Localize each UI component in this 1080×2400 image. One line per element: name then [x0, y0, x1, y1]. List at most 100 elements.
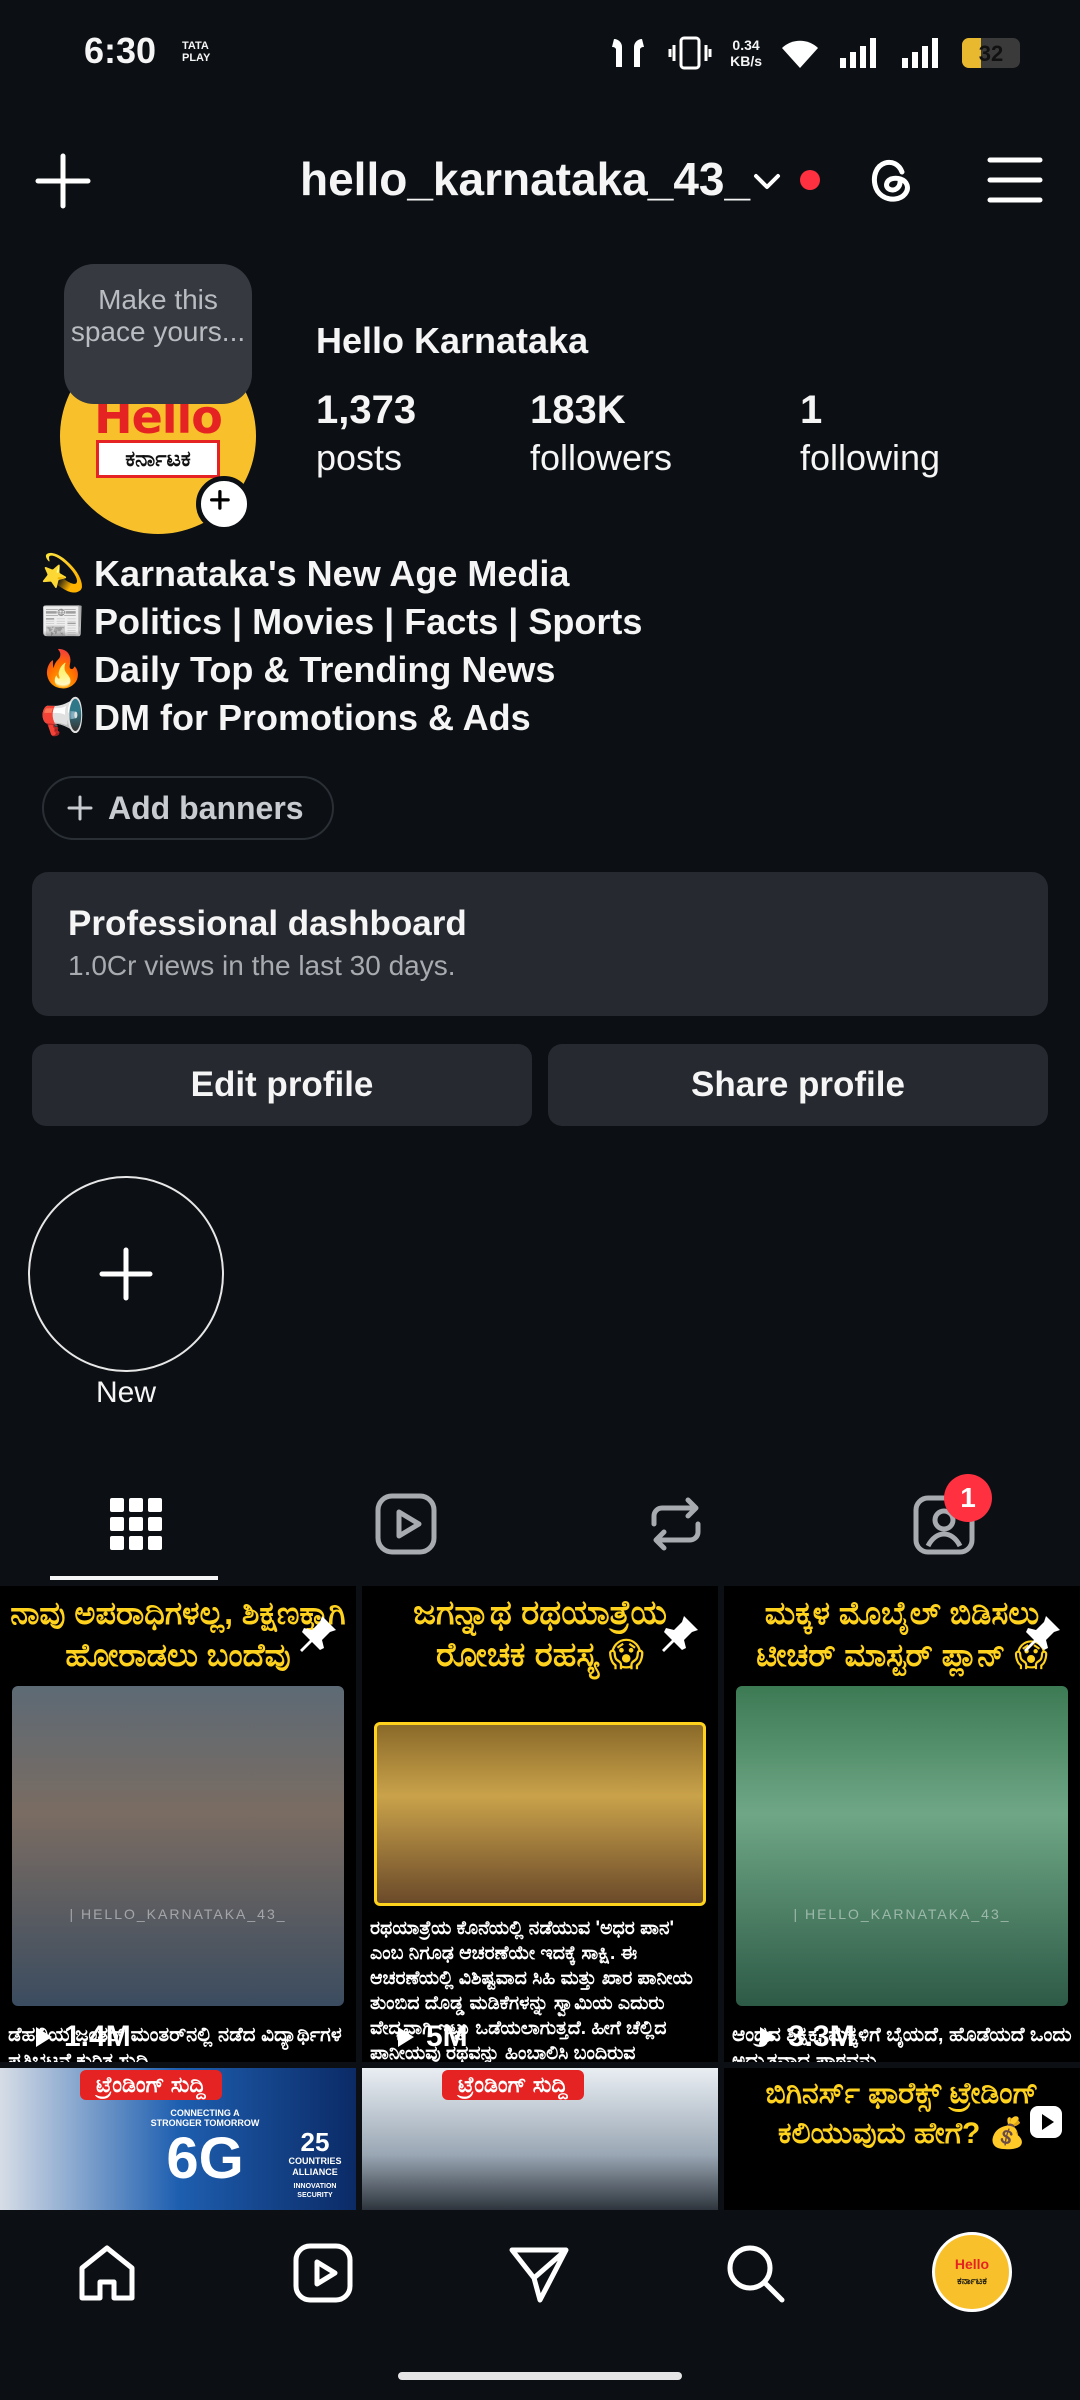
- banner-6g-sub: CONNECTING A STRONGER TOMORROW: [150, 2108, 260, 2128]
- post-thumbnail: | HELLO_KARNATAKA_43_: [12, 1686, 344, 2006]
- net-speed: 0.34 KB/s: [730, 37, 762, 69]
- stat-following-value: 1: [800, 388, 823, 432]
- pin-icon: [300, 1616, 336, 1652]
- vibrate-icon: [668, 36, 712, 70]
- post-view-count: 5M: [426, 2020, 468, 2053]
- trending-tag: ಟ್ರೆಂಡಿಂಗ್ ಸುದ್ದಿ: [80, 2070, 222, 2100]
- direct-messages-icon[interactable]: [506, 2240, 572, 2306]
- note-bubble[interactable]: Make this space yours...: [64, 264, 252, 404]
- alliance-label: COUNTRIES ALLIANCE: [288, 2156, 342, 2177]
- bio-emoji: 💫: [40, 553, 85, 594]
- post-thumbnail: | HELLO_KARNATAKA_43_: [736, 1686, 1068, 2006]
- status-icons: 0.34 KB/s 32: [606, 28, 1020, 78]
- reel-icon: [1030, 2106, 1062, 2138]
- plus-icon: [67, 795, 93, 821]
- stat-followers[interactable]: 183K followers: [530, 386, 672, 482]
- banner-6g-text: 6G: [166, 2126, 244, 2191]
- banner-6g: CONNECTING A STRONGER TOMORROW 6G: [150, 2108, 260, 2212]
- play-icon: [36, 2027, 52, 2047]
- plus-icon: [99, 1247, 153, 1301]
- grid-post[interactable]: ಮಕ್ಕಳ ಮೊಬೈಲ್ ಬಿಡಿಸಲು ಟೀಚರ್ ಮಾಸ್ಟರ್ ಪ್ಲಾನ…: [724, 1586, 1080, 2062]
- battery-level: 32: [978, 41, 1004, 66]
- status-time: 6:30: [84, 30, 157, 71]
- grid-post[interactable]: ನಾವು ಅಪರಾಧಿಗಳಲ್ಲ, ಶಿಕ್ಷಣಕ್ಕಾಗಿ ಹೋರಾಡಲು ಬ…: [0, 1586, 356, 2062]
- home-indicator: [398, 2372, 682, 2380]
- profile-tab-avatar[interactable]: Hello ಕರ್ನಾಟಕ: [932, 2232, 1012, 2312]
- bio-text: Karnataka's New Age Media: [94, 553, 570, 594]
- search-icon[interactable]: [722, 2240, 788, 2306]
- post-watermark: | HELLO_KARNATAKA_43_: [793, 1906, 1011, 1922]
- avatar-logo-karnataka: ಕರ್ನಾಟಕ: [96, 440, 220, 478]
- bio-line: 📰 Politics | Movies | Facts | Sports: [40, 598, 1040, 646]
- active-tab-indicator: [50, 1576, 218, 1580]
- tab-grid-icon[interactable]: [96, 1484, 176, 1564]
- grid-post[interactable]: ಟ್ರೆಂಡಿಂಗ್ ಸುದ್ದಿ CONNECTING A STRONGER …: [0, 2068, 356, 2212]
- post-views: 5M: [392, 2020, 468, 2054]
- post-views: 1.4M: [30, 2020, 131, 2054]
- stat-posts-value: 1,373: [316, 388, 417, 432]
- post-thumbnail: [374, 1722, 706, 1906]
- bio-line: 📢 DM for Promotions & Ads: [40, 694, 1040, 742]
- professional-dashboard[interactable]: Professional dashboard 1.0Cr views in th…: [32, 872, 1048, 1016]
- grid-post[interactable]: ಬಿಗಿನರ್ಸ್ ಫಾರೆಕ್ಸ್ ಟ್ರೇಡಿಂಗ್ ಕಲಿಯುವುದು ಹ…: [724, 2068, 1080, 2212]
- stat-followers-value: 183K: [530, 388, 626, 432]
- stat-followers-label: followers: [530, 437, 673, 478]
- share-profile-button[interactable]: Share profile: [548, 1044, 1048, 1126]
- add-story-plus-icon[interactable]: [196, 476, 252, 532]
- post-view-count: 1.4M: [64, 2020, 131, 2053]
- tagged-badge: 1: [944, 1474, 992, 1522]
- net-speed-unit: KB/s: [730, 53, 762, 69]
- account-switcher-username[interactable]: hello_karnataka_43_: [300, 152, 750, 206]
- edit-profile-button[interactable]: Edit profile: [32, 1044, 532, 1126]
- menu-icon[interactable]: [984, 152, 1046, 208]
- alliance-sub: INNOVATION SECURITY: [293, 2183, 337, 2199]
- signal-icon-1: [840, 38, 876, 68]
- play-icon: [760, 2027, 776, 2047]
- posts-grid: ನಾವು ಅಪರಾಧಿಗಳಲ್ಲ, ಶಿಕ್ಷಣಕ್ಕಾಗಿ ಹೋರಾಡಲು ಬ…: [0, 1586, 1080, 2212]
- nav-avatar-logo-hello: Hello: [954, 2256, 990, 2272]
- new-highlight-label: New: [95, 1376, 156, 1409]
- net-speed-value: 0.34: [732, 37, 760, 53]
- tab-reels-icon[interactable]: [366, 1484, 446, 1564]
- play-icon: [398, 2027, 414, 2047]
- stat-following-label: following: [800, 437, 941, 478]
- add-banners-button[interactable]: Add banners: [42, 776, 334, 840]
- post-view-count: 3.3M: [788, 2020, 855, 2053]
- stat-posts-label: posts: [316, 437, 403, 478]
- earbuds-icon: [612, 39, 645, 67]
- wifi-icon: [782, 40, 818, 68]
- status-bar: 6:30 TATA PLAY 0.34 KB/s 32: [0, 0, 1080, 104]
- profile-tabs: [0, 1470, 1080, 1580]
- dashboard-subtitle: 1.0Cr views in the last 30 days.: [68, 950, 456, 981]
- bio-line: 🔥 Daily Top & Trending News: [40, 646, 1040, 694]
- grid-post[interactable]: ಜಗನ್ನಾಥ ರಥಯಾತ್ರೆಯ ರೋಚಕ ರಹಸ್ಯ 😱 ರಥಯಾತ್ರೆಯ…: [362, 1586, 718, 2062]
- alliance-count: 25: [300, 2127, 330, 2157]
- signal-icon-2: [902, 38, 938, 68]
- carrier-brand: TATA PLAY: [182, 40, 211, 64]
- grid-post[interactable]: ಟ್ರೆಂಡಿಂಗ್ ಸುದ್ದಿ: [362, 2068, 718, 2212]
- pin-icon: [662, 1616, 698, 1652]
- nav-avatar-logo-karnataka: ಕರ್ನಾಟಕ: [957, 2276, 987, 2287]
- stat-posts[interactable]: 1,373 posts: [316, 386, 416, 482]
- threads-icon[interactable]: [860, 150, 922, 212]
- bottom-navigation: Hello ಕರ್ನಾಟಕ: [0, 2210, 1080, 2334]
- tab-reposts-icon[interactable]: [636, 1484, 716, 1564]
- bio-emoji: 📰: [40, 601, 85, 642]
- new-highlight-button[interactable]: [28, 1176, 224, 1372]
- alliance-box: 25 COUNTRIES ALLIANCE INNOVATION SECURIT…: [280, 2128, 350, 2212]
- chevron-down-icon[interactable]: [750, 164, 784, 198]
- create-plus-icon[interactable]: [32, 150, 94, 212]
- trending-tag: ಟ್ರೆಂಡಿಂಗ್ ಸುದ್ದಿ: [442, 2070, 584, 2100]
- bio-text: DM for Promotions & Ads: [94, 697, 531, 738]
- post-watermark: | HELLO_KARNATAKA_43_: [69, 1906, 287, 1922]
- notification-dot: [800, 170, 820, 190]
- bio-emoji: 📢: [40, 697, 85, 738]
- stat-following[interactable]: 1 following: [800, 386, 940, 482]
- dashboard-title: Professional dashboard: [68, 904, 467, 943]
- home-icon[interactable]: [74, 2240, 140, 2306]
- bio-text: Daily Top & Trending News: [94, 649, 556, 690]
- battery-icon: 32: [962, 38, 1020, 68]
- reels-icon[interactable]: [290, 2240, 356, 2306]
- post-views: 3.3M: [754, 2020, 855, 2054]
- add-banners-label: Add banners: [108, 789, 304, 826]
